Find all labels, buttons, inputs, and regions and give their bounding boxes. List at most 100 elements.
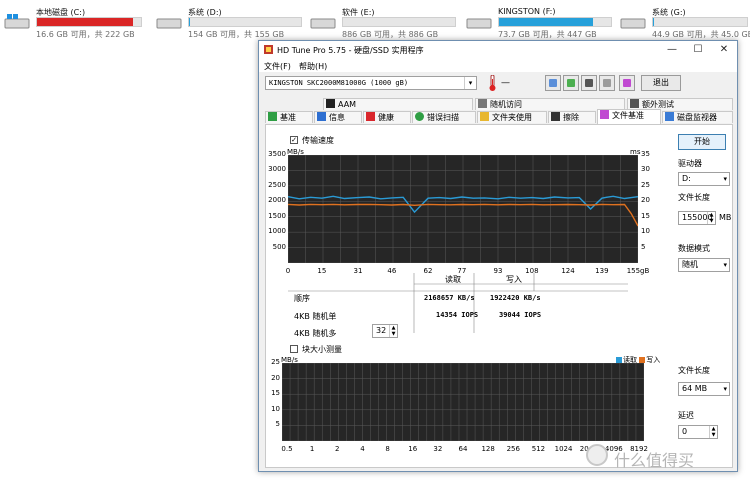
tab-health[interactable]: 健康 bbox=[363, 111, 411, 123]
x-tick-label: 31 bbox=[353, 267, 363, 275]
folder-icon bbox=[480, 112, 489, 121]
drive-list: 本地磁盘 (C:) 16.6 GB 可用，共 222 GB 系统 (D:) 15… bbox=[0, 0, 750, 40]
y-tick-label: 15 bbox=[271, 389, 280, 398]
tab-erase[interactable]: 擦除 bbox=[548, 111, 596, 123]
tab-label: AAM bbox=[338, 100, 357, 109]
start-button[interactable]: 开始 bbox=[678, 134, 726, 150]
y2-tick-label: 20 bbox=[641, 196, 650, 205]
tab-disk-monitor[interactable]: 磁盘监视器 bbox=[662, 111, 733, 123]
drive-select[interactable]: KINGSTON SKC2000M81000G (1000 gB) ▾ bbox=[265, 76, 477, 90]
drive-item-d[interactable]: 系统 (D:) 154 GB 可用，共 155 GB bbox=[156, 4, 306, 39]
tab-folder-usage[interactable]: 文件夹使用 bbox=[477, 111, 547, 123]
y2-tick-label: 10 bbox=[641, 227, 650, 236]
drive-usage-fill bbox=[189, 18, 191, 26]
transfer-speed-chart bbox=[288, 155, 638, 263]
tab-aam[interactable]: AAM bbox=[323, 98, 473, 110]
close-button[interactable]: ✕ bbox=[711, 42, 737, 58]
drive-select-value: KINGSTON SKC2000M81000G (1000 gB) bbox=[269, 79, 409, 87]
y-tick-label: 2000 bbox=[268, 196, 286, 205]
tab-error-scan[interactable]: 错误扫描 bbox=[412, 111, 476, 123]
row-4k-multi-label: 4KB 随机多 bbox=[294, 329, 337, 338]
tab-file-benchmark[interactable]: 文件基准 bbox=[597, 109, 661, 124]
drive-item-e[interactable]: 软件 (E:) 886 GB 可用，共 886 GB bbox=[310, 4, 460, 39]
y2-tick-label: 15 bbox=[641, 211, 650, 220]
temperature-value: — bbox=[501, 78, 510, 88]
save-button[interactable] bbox=[619, 75, 635, 91]
tab-label: 额外测试 bbox=[642, 100, 674, 109]
drive-icon bbox=[310, 18, 336, 29]
x-tick-label: 139 bbox=[595, 267, 609, 275]
copy-info-button[interactable] bbox=[545, 75, 561, 91]
drive-item-g[interactable]: 系统 (G:) 44.9 GB 可用，共 45.0 GB bbox=[620, 4, 750, 39]
thermometer-icon bbox=[489, 75, 496, 91]
drive-icon bbox=[620, 18, 646, 29]
x-tick-label: 0 bbox=[285, 267, 291, 275]
chevron-down-icon: ▾ bbox=[723, 385, 727, 393]
legend-write-label: 写入 bbox=[646, 356, 661, 364]
sequential-read-value: 2168657 KB/s bbox=[424, 294, 475, 302]
tab-label: 信息 bbox=[329, 113, 345, 122]
transfer-speed-checkbox[interactable]: ✓ bbox=[290, 136, 298, 144]
chevron-down-icon: ▾ bbox=[723, 261, 727, 269]
chevron-down-icon: ▾ bbox=[723, 175, 727, 183]
x-tick-label: 93 bbox=[493, 267, 503, 275]
drive-item-f[interactable]: KINGSTON (F:) 73.7 GB 可用，共 447 GB bbox=[466, 4, 616, 39]
block-file-length-select[interactable]: 64 MB ▾ bbox=[678, 382, 730, 396]
drive-usage-bar bbox=[36, 17, 142, 27]
drive-free-text: 16.6 GB 可用，共 222 GB bbox=[36, 30, 135, 39]
screenshot-button[interactable] bbox=[581, 75, 597, 91]
maximize-button[interactable]: ☐ bbox=[685, 42, 711, 58]
y-tick-label: 1000 bbox=[268, 227, 286, 236]
drive-letter-select[interactable]: D: ▾ bbox=[678, 172, 730, 186]
spinner-arrows-icon[interactable]: ▲ ▼ bbox=[389, 325, 397, 337]
title-bar: HD Tune Pro 5.75 - 硬盘/SSD 实用程序 — ☐ ✕ bbox=[259, 41, 737, 59]
data-mode-select[interactable]: 随机 ▾ bbox=[678, 258, 730, 272]
benchmark-icon bbox=[268, 112, 277, 121]
speaker-icon bbox=[326, 99, 335, 108]
copy-text-button[interactable] bbox=[563, 75, 579, 91]
drive-name: KINGSTON (F:) bbox=[498, 7, 556, 16]
menu-help[interactable]: 帮助(H) bbox=[299, 61, 327, 72]
tab-label: 擦除 bbox=[563, 113, 579, 122]
block-size-checkbox[interactable] bbox=[290, 345, 298, 353]
tab-label: 随机访问 bbox=[490, 100, 522, 109]
file-length-input[interactable]: 155000 ▲ ▼ bbox=[678, 211, 716, 225]
file-benchmark-icon bbox=[600, 110, 609, 119]
options-button[interactable] bbox=[599, 75, 615, 91]
y-tick-label: 3000 bbox=[268, 165, 286, 174]
block-size-label: 块大小测量 bbox=[302, 345, 342, 354]
drive-usage-bar bbox=[652, 17, 748, 27]
minimize-button[interactable]: — bbox=[659, 42, 685, 58]
window-title: HD Tune Pro 5.75 - 硬盘/SSD 实用程序 bbox=[277, 46, 424, 55]
y-tick-label: 25 bbox=[271, 358, 280, 366]
drive-usage-bar bbox=[188, 17, 302, 27]
x-tick-label: 124 bbox=[561, 267, 575, 275]
toolbar: KINGSTON SKC2000M81000G (1000 gB) ▾ — 退出 bbox=[259, 72, 737, 96]
menu-file[interactable]: 文件(F) bbox=[264, 61, 291, 72]
x-tick-label: 15 bbox=[317, 267, 327, 275]
file-benchmark-panel: ✓ 传输速度 MB/s ms 开始 驱动器 D: ▾ 文件长度 155000 ▲ ▼ … bbox=[265, 124, 733, 468]
watermark-text: 什么值得买 bbox=[614, 451, 695, 470]
monitor-icon bbox=[665, 112, 674, 121]
y-tick-label: 10 bbox=[271, 404, 280, 413]
drive-item-c[interactable]: 本地磁盘 (C:) 16.6 GB 可用，共 222 GB bbox=[4, 4, 154, 39]
queue-depth-input[interactable]: 32 ▲ ▼ bbox=[372, 324, 398, 338]
exit-button[interactable]: 退出 bbox=[641, 75, 681, 91]
y-tick-label: 3500 bbox=[268, 150, 286, 158]
delay-input[interactable]: 0 ▲ ▼ bbox=[678, 425, 718, 439]
drive-usage-fill bbox=[37, 18, 134, 26]
tab-info[interactable]: 信息 bbox=[314, 111, 362, 123]
x-tick-label: 77 bbox=[457, 267, 467, 275]
block-size-chart bbox=[282, 363, 644, 441]
clipboard-icon bbox=[567, 79, 575, 87]
col-read-header: 读取 bbox=[445, 275, 461, 284]
spinner-arrows-icon[interactable]: ▲ ▼ bbox=[707, 212, 715, 224]
tab-label: 错误扫描 bbox=[427, 113, 459, 122]
tab-benchmark[interactable]: 基准 bbox=[265, 111, 313, 123]
spinner-arrows-icon[interactable]: ▲ ▼ bbox=[709, 426, 717, 438]
tab-label: 基准 bbox=[280, 113, 296, 122]
drive-free-text: 886 GB 可用，共 886 GB bbox=[342, 30, 439, 39]
tools-icon bbox=[630, 99, 639, 108]
4k-single-read-value: 14354 IOPS bbox=[436, 311, 479, 319]
gear-icon bbox=[603, 79, 611, 87]
